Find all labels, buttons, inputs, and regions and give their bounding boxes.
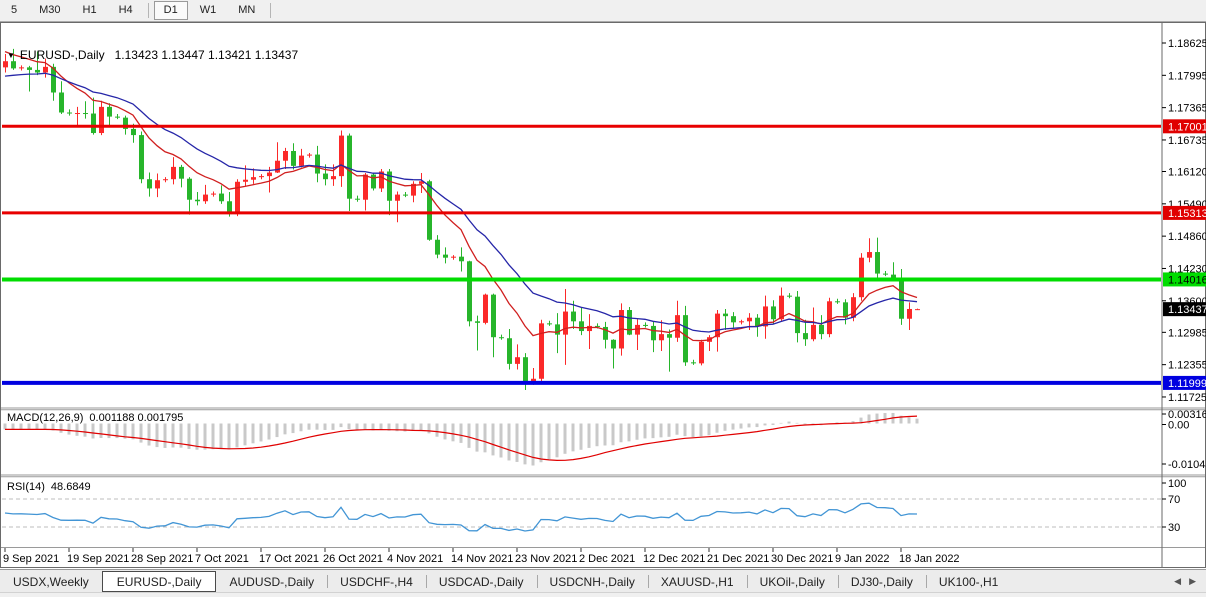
svg-text:1.17001: 1.17001 (1168, 121, 1206, 133)
svg-text:0.00: 0.00 (1168, 420, 1189, 432)
svg-text:17 Oct 2021: 17 Oct 2021 (259, 553, 319, 565)
svg-text:1.11725: 1.11725 (1168, 392, 1206, 404)
chart-tab-usdcad-daily[interactable]: USDCAD-,Daily (426, 570, 537, 593)
chart-tab-usdx-weekly[interactable]: USDX,Weekly (0, 570, 102, 593)
macd-indicator-label: MACD(12,26,9) 0.001188 0.001795 (7, 412, 183, 424)
timeframe-button-H4[interactable]: H4 (109, 1, 143, 20)
svg-text:1.13437: 1.13437 (1168, 304, 1206, 316)
symbol-dropdown-icon[interactable]: ▼ (7, 51, 15, 60)
toolbar-separator (270, 3, 271, 18)
svg-text:1.12355: 1.12355 (1168, 360, 1206, 372)
svg-text:70: 70 (1168, 494, 1180, 506)
toolbar-separator (148, 3, 149, 18)
timeframe-button-5[interactable]: 5 (1, 1, 27, 20)
svg-text:9 Sep 2021: 9 Sep 2021 (3, 553, 59, 565)
svg-text:19 Sep 2021: 19 Sep 2021 (67, 553, 129, 565)
svg-text:23 Nov 2021: 23 Nov 2021 (515, 553, 577, 565)
svg-text:7 Oct 2021: 7 Oct 2021 (195, 553, 249, 565)
tab-scroll-arrows: ◀▶ (1174, 570, 1206, 593)
svg-text:1.16120: 1.16120 (1168, 167, 1206, 179)
timeframe-button-D1[interactable]: D1 (154, 1, 188, 20)
chart-ohlc-label: 1.13423 1.13447 1.13421 1.13437 (115, 48, 299, 62)
chart-tab-xauusd-h1[interactable]: XAUUSD-,H1 (648, 570, 747, 593)
svg-text:1.17365: 1.17365 (1168, 103, 1206, 115)
svg-text:30: 30 (1168, 522, 1180, 534)
timeframe-button-M30[interactable]: M30 (29, 1, 70, 20)
timeframe-button-H1[interactable]: H1 (73, 1, 107, 20)
svg-text:1.16735: 1.16735 (1168, 135, 1206, 147)
svg-text:1.17995: 1.17995 (1168, 70, 1206, 82)
chart-header: ▼ EURUSD-,Daily 1.13423 1.13447 1.13421 1.… (7, 48, 298, 62)
rsi-name: RSI(14) (7, 481, 45, 493)
timeframe-button-W1[interactable]: W1 (190, 1, 227, 20)
status-strip (0, 592, 1206, 597)
chart-tab-uk100-h1[interactable]: UK100-,H1 (926, 570, 1011, 593)
rsi-indicator-label: RSI(14) 48.6849 (7, 481, 91, 493)
chart-tab-usdcnh-daily[interactable]: USDCNH-,Daily (537, 570, 648, 593)
terminal-window: 5M30H1H4 D1W1MN ▼ EURUSD-,Daily 1.13423 1.1… (0, 0, 1206, 597)
svg-text:12 Dec 2021: 12 Dec 2021 (643, 553, 705, 565)
chart-window[interactable]: ▼ EURUSD-,Daily 1.13423 1.13447 1.13421 1.… (0, 22, 1206, 568)
chart-tab-dj30-daily[interactable]: DJ30-,Daily (838, 570, 926, 593)
svg-text:2 Dec 2021: 2 Dec 2021 (579, 553, 635, 565)
chart-tab-usdchf-h4[interactable]: USDCHF-,H4 (327, 570, 426, 593)
svg-text:1.11999: 1.11999 (1168, 378, 1206, 390)
svg-text:1.12985: 1.12985 (1168, 327, 1206, 339)
svg-text:1.15313: 1.15313 (1168, 208, 1206, 220)
svg-text:30 Dec 2021: 30 Dec 2021 (771, 553, 833, 565)
timeframe-toolbar: 5M30H1H4 D1W1MN (0, 0, 1206, 22)
chart-tab-audusd-daily[interactable]: AUDUSD-,Daily (216, 570, 327, 593)
svg-text:9 Jan 2022: 9 Jan 2022 (835, 553, 889, 565)
svg-text:26 Oct 2021: 26 Oct 2021 (323, 553, 383, 565)
svg-text:100: 100 (1168, 478, 1186, 490)
tab-scroll-left-icon[interactable]: ◀ (1174, 576, 1181, 587)
chart-canvas[interactable]: 1.186251.179951.173651.167351.161201.154… (0, 22, 1206, 568)
svg-text:4 Nov 2021: 4 Nov 2021 (387, 553, 443, 565)
svg-text:28 Sep 2021: 28 Sep 2021 (131, 553, 193, 565)
svg-text:14 Nov 2021: 14 Nov 2021 (451, 553, 513, 565)
chart-tab-eurusd-daily[interactable]: EURUSD-,Daily (102, 571, 217, 592)
chart-tab-ukoil-daily[interactable]: UKOil-,Daily (747, 570, 838, 593)
chart-symbol-label: EURUSD-,Daily (20, 48, 105, 62)
timeframe-button-MN[interactable]: MN (228, 1, 265, 20)
svg-text:1.18625: 1.18625 (1168, 38, 1206, 50)
svg-text:1.14860: 1.14860 (1168, 231, 1206, 243)
macd-name: MACD(12,26,9) (7, 412, 83, 424)
svg-text:18 Jan 2022: 18 Jan 2022 (899, 553, 960, 565)
svg-text:-0.01043: -0.01043 (1168, 459, 1206, 471)
macd-values: 0.001188 0.001795 (89, 412, 183, 424)
rsi-values: 48.6849 (51, 481, 91, 493)
chart-tab-bar: USDX,WeeklyEURUSD-,DailyAUDUSD-,DailyUSD… (0, 569, 1206, 593)
tab-scroll-right-icon[interactable]: ▶ (1189, 576, 1196, 587)
svg-text:1.14016: 1.14016 (1168, 274, 1206, 286)
svg-text:21 Dec 2021: 21 Dec 2021 (707, 553, 769, 565)
